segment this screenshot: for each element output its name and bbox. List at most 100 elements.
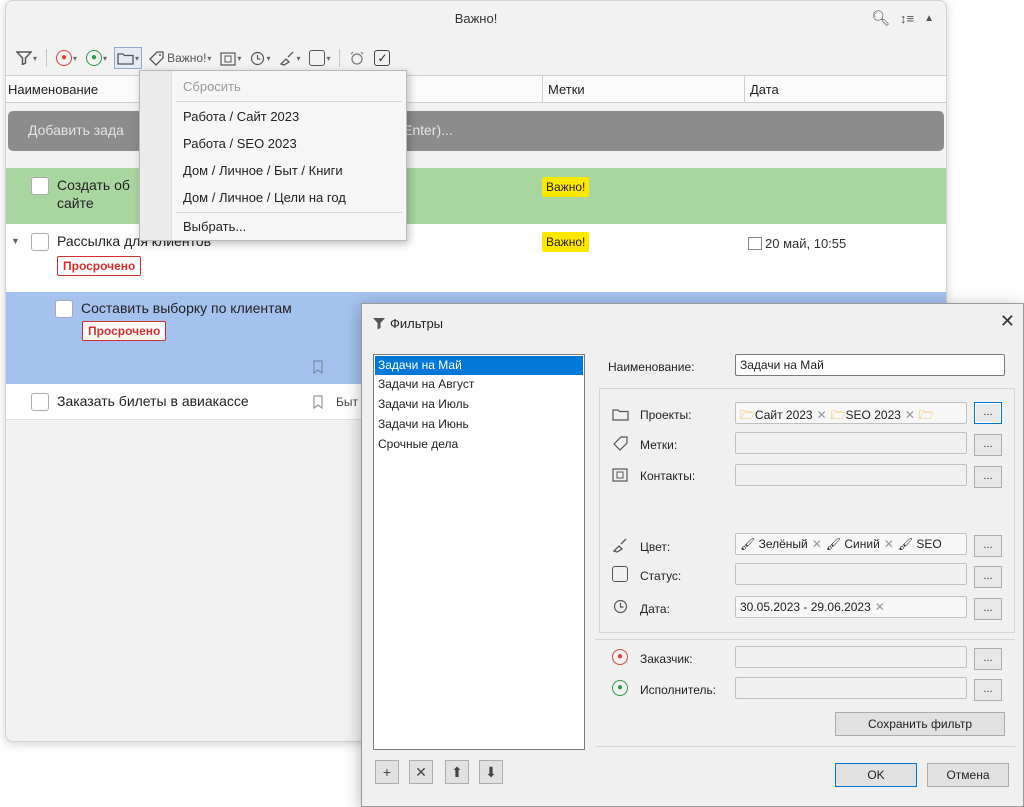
status-dropdown[interactable]: ▾	[307, 47, 332, 69]
date-field[interactable]: 30.05.2023 - 29.06.2023 ✕	[735, 596, 967, 618]
tags-field[interactable]	[735, 432, 967, 454]
paint-icon	[612, 538, 627, 553]
ok-button[interactable]: OK	[835, 763, 917, 787]
collapse-icon[interactable]: ▲	[924, 13, 934, 24]
paint-icon	[280, 51, 294, 66]
contacts-label: Контакты:	[640, 469, 696, 483]
customer-dropdown[interactable]: ● ▾	[54, 47, 79, 69]
date-label: Дата:	[640, 602, 670, 616]
title-bar: Важно! 🔍︎ ↕≡ ▲	[6, 1, 946, 37]
executor-field[interactable]	[735, 677, 967, 699]
contacts-dropdown[interactable]: ▾	[218, 47, 243, 69]
tag-icon	[149, 50, 164, 66]
filter-list[interactable]: Задачи на Май Задачи на Август Задачи на…	[373, 354, 585, 750]
overdue-badge: Просрочено	[57, 256, 142, 276]
remove-icon[interactable]: ✕	[812, 537, 822, 551]
contacts-field[interactable]	[735, 464, 967, 486]
menu-item-project[interactable]: Работа / Сайт 2023	[183, 109, 299, 124]
paint-icon: 🖌︎	[825, 537, 842, 551]
clock-icon	[613, 599, 628, 614]
color-browse-button[interactable]: ...	[974, 535, 1002, 557]
status-box-icon	[612, 566, 628, 582]
filter-dropdown[interactable]: ▾	[14, 47, 39, 69]
customer-field[interactable]	[735, 646, 967, 668]
date-dropdown[interactable]: ▾	[248, 47, 272, 69]
reminder-button[interactable]	[347, 47, 367, 69]
remove-icon[interactable]: ✕	[905, 408, 915, 422]
contacts-browse-button[interactable]: ...	[974, 466, 1002, 488]
filter-list-item[interactable]: Срочные дела	[375, 435, 583, 454]
task-checkbox[interactable]	[31, 177, 49, 195]
move-down-button[interactable]: ⬇︎	[479, 760, 503, 784]
menu-item-reset[interactable]: Сбросить	[183, 79, 241, 94]
color-chip: SEO	[916, 537, 942, 551]
bookmark-icon[interactable]	[312, 360, 324, 374]
bookmark-icon[interactable]	[312, 395, 324, 409]
filter-list-item[interactable]: Задачи на Август	[375, 375, 583, 394]
search-icon[interactable]: 🔍︎	[871, 9, 890, 27]
overdue-badge: Просрочено	[82, 321, 167, 341]
remove-icon[interactable]: ✕	[875, 600, 885, 614]
date-browse-button[interactable]: ...	[974, 598, 1002, 620]
important-tag[interactable]: Важно!	[542, 177, 590, 197]
column-date[interactable]: Дата	[750, 82, 779, 97]
close-icon[interactable]: ✕	[1000, 311, 1015, 332]
projects-label: Проекты:	[640, 408, 692, 422]
sort-icon[interactable]: ↕≡	[900, 11, 914, 26]
filter-list-item[interactable]: Задачи на Май	[375, 356, 583, 375]
expand-arrow-icon[interactable]: ▼	[11, 236, 20, 246]
task-checkbox[interactable]	[31, 233, 49, 251]
important-tag[interactable]: Важно!	[542, 232, 590, 252]
check-icon: ✓	[374, 50, 391, 66]
column-divider[interactable]	[744, 76, 745, 102]
delete-filter-button[interactable]: ✕	[409, 760, 433, 784]
filter-name-input[interactable]: Задачи на Май	[735, 354, 1005, 376]
executor-dropdown[interactable]: ● ▾	[84, 47, 109, 69]
remove-icon[interactable]: ✕	[884, 537, 894, 551]
paint-icon: 🖌︎	[740, 537, 756, 551]
remove-icon[interactable]: ✕	[817, 408, 827, 422]
divider	[595, 639, 1015, 640]
menu-item-project[interactable]: Работа / SEO 2023	[183, 136, 297, 151]
project-dropdown[interactable]: ▾	[114, 47, 143, 69]
task-project-text: Быт	[336, 395, 358, 409]
project-menu: Сбросить Работа / Сайт 2023 Работа / SEO…	[139, 70, 407, 241]
executor-browse-button[interactable]: ...	[974, 679, 1002, 701]
projects-field[interactable]: 🗁︎Сайт 2023 ✕ 🗁︎SEO 2023 ✕ 🗁︎	[735, 402, 967, 424]
menu-item-project[interactable]: Дом / Личное / Быт / Книги	[183, 163, 343, 178]
move-up-button[interactable]: ⬆︎	[445, 760, 469, 784]
cancel-button[interactable]: Отмена	[927, 763, 1009, 787]
alarm-icon	[351, 51, 364, 65]
status-field[interactable]	[735, 563, 967, 585]
project-chip: Сайт 2023	[754, 408, 813, 422]
color-field[interactable]: 🖌︎ Зелёный ✕ 🖌︎ Синий ✕ 🖌︎ SEO	[735, 533, 967, 555]
task-checkbox[interactable]	[31, 393, 49, 411]
tag-dropdown[interactable]: Важно! ▾	[147, 47, 213, 69]
executor-icon: ●	[612, 680, 628, 696]
window-title: Важно!	[454, 11, 498, 26]
projects-browse-button[interactable]: ...	[974, 402, 1002, 424]
customer-browse-button[interactable]: ...	[974, 648, 1002, 670]
save-filter-button[interactable]: Сохранить фильтр	[835, 712, 1005, 736]
tags-browse-button[interactable]: ...	[974, 434, 1002, 456]
menu-item-project[interactable]: Дом / Личное / Цели на год	[183, 190, 346, 205]
menu-gutter	[140, 71, 172, 240]
column-name[interactable]: Наименование	[8, 82, 98, 97]
column-tags[interactable]: Метки	[548, 82, 585, 97]
folder-icon: 🗁︎	[740, 408, 755, 422]
column-divider[interactable]	[542, 76, 543, 102]
status-browse-button[interactable]: ...	[974, 566, 1002, 588]
filter-list-item[interactable]: Задачи на Июль	[375, 395, 583, 414]
filter-list-item[interactable]: Задачи на Июнь	[375, 415, 583, 434]
contacts-icon	[220, 51, 237, 66]
color-label: Цвет:	[640, 540, 671, 554]
add-task-text-right: Enter)...	[403, 122, 453, 138]
menu-item-choose[interactable]: Выбрать...	[183, 219, 246, 234]
color-dropdown[interactable]: ▾	[277, 47, 302, 69]
filter-icon	[373, 318, 385, 330]
folder-icon	[117, 52, 134, 65]
add-filter-button[interactable]: +	[375, 760, 399, 784]
completed-toggle[interactable]: ✓	[372, 47, 392, 69]
task-checkbox[interactable]	[55, 300, 73, 318]
divider	[595, 746, 1015, 747]
